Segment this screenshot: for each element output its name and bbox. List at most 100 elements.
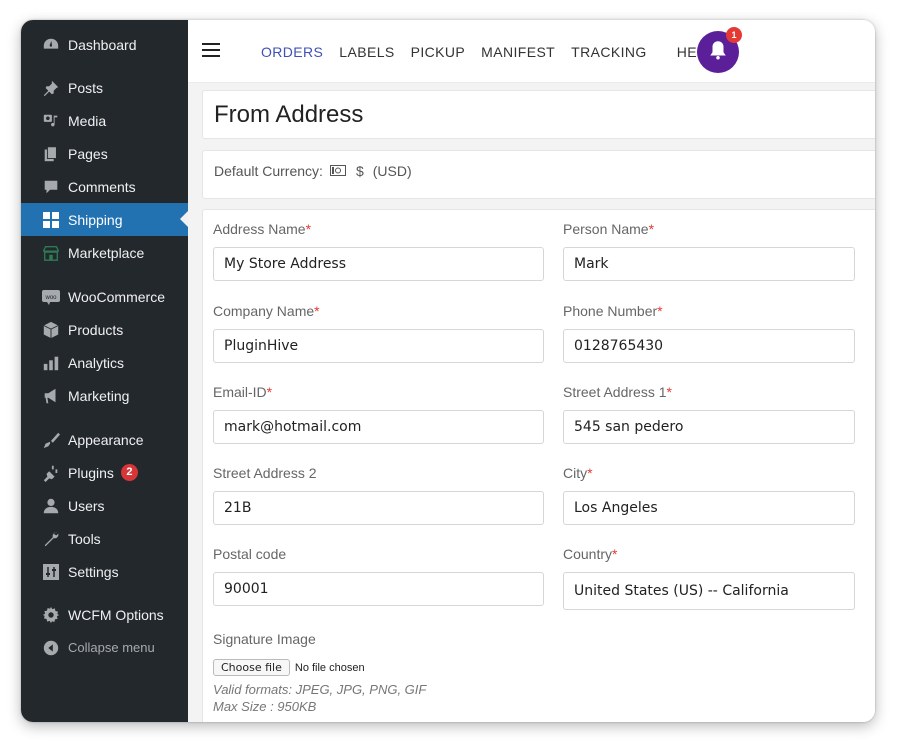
brush-icon [41, 430, 61, 450]
sidebar-item-label: Users [68, 497, 105, 514]
tab-tracking[interactable]: TRACKING [571, 44, 647, 60]
sidebar-item-label: Appearance [68, 431, 144, 448]
dashboard-icon [41, 35, 61, 55]
sidebar-item-users[interactable]: Users [21, 489, 188, 522]
address-name-label: Address Name [213, 221, 306, 237]
city-input[interactable]: Los Angeles [563, 491, 855, 525]
sidebar-item-marketing[interactable]: Marketing [21, 379, 188, 412]
valid-formats-hint: Valid formats: JPEG, JPG, PNG, GIF [213, 682, 427, 697]
country-select[interactable]: United States (US) -- California [563, 572, 855, 610]
person-name-label: Person Name [563, 221, 649, 237]
currency-code: (USD) [372, 163, 412, 179]
company-name-label: Company Name [213, 303, 315, 319]
plugins-update-badge: 2 [120, 464, 138, 481]
person-name-input[interactable]: Mark [563, 247, 855, 281]
street-address-1-input[interactable]: 545 san pedero [563, 410, 855, 444]
sidebar-item-label: Dashboard [68, 36, 137, 53]
country-label: Country [563, 546, 613, 562]
signature-file-input: Choose file No file chosen [213, 659, 365, 676]
sidebar-item-label: Products [68, 321, 124, 338]
file-status: No file chosen [294, 661, 365, 674]
company-name-input[interactable]: PluginHive [213, 329, 544, 363]
admin-sidebar: Dashboard Posts Media Pages Comments Shi… [21, 20, 188, 722]
tab-orders[interactable]: ORDERS [261, 44, 323, 60]
main-content: ORDERS LABELS PICKUP MANIFEST TRACKING H… [188, 20, 875, 722]
sidebar-item-products[interactable]: Products [21, 313, 188, 346]
gear-icon [41, 605, 61, 625]
media-icon [41, 111, 61, 131]
email-field: Email-ID* mark@hotmail.com [213, 384, 544, 444]
sidebar-item-label: Comments [68, 178, 136, 195]
company-name-field: Company Name* PluginHive [213, 303, 544, 363]
notification-count-badge: 1 [726, 27, 742, 43]
tab-manifest[interactable]: MANIFEST [481, 44, 555, 60]
street-address-2-input[interactable]: 21B [213, 491, 544, 525]
sidebar-item-analytics[interactable]: Analytics [21, 346, 188, 379]
sidebar-item-label: Marketing [68, 387, 130, 404]
sidebar-item-posts[interactable]: Posts [21, 71, 188, 104]
box-icon [41, 320, 61, 340]
plug-icon [41, 463, 61, 483]
email-input[interactable]: mark@hotmail.com [213, 410, 544, 444]
currency-card: Default Currency: $ (USD) [202, 150, 875, 199]
tab-pickup[interactable]: PICKUP [411, 44, 466, 60]
phone-number-input[interactable]: 0128765430 [563, 329, 855, 363]
sidebar-item-tools[interactable]: Tools [21, 522, 188, 555]
page-title: From Address [214, 101, 364, 128]
person-name-field: Person Name* Mark [563, 221, 855, 281]
phone-number-field: Phone Number* 0128765430 [563, 303, 855, 363]
sidebar-item-dashboard[interactable]: Dashboard [21, 28, 188, 61]
phone-number-label: Phone Number [563, 303, 658, 319]
pages-icon [41, 144, 61, 164]
sidebar-item-label: Settings [68, 563, 119, 580]
user-icon [41, 496, 61, 516]
sidebar-item-pages[interactable]: Pages [21, 137, 188, 170]
sidebar-item-comments[interactable]: Comments [21, 170, 188, 203]
grid-icon [41, 210, 61, 230]
email-label: Email-ID [213, 384, 267, 400]
sidebar-item-label: WCFM Options [68, 606, 164, 623]
country-field: Country* United States (US) -- Californi… [563, 546, 855, 610]
sidebar-item-label: Plugins [68, 464, 114, 481]
required-marker: * [314, 303, 320, 319]
sidebar-item-shipping[interactable]: Shipping [21, 203, 188, 236]
collapse-menu-button[interactable]: Collapse menu [21, 631, 188, 664]
svg-text:woo: woo [44, 295, 57, 301]
sidebar-item-label: WooCommerce [68, 288, 165, 305]
choose-file-button[interactable]: Choose file [213, 659, 290, 676]
postal-code-input[interactable]: 90001 [213, 572, 544, 606]
required-marker: * [648, 221, 655, 237]
sidebar-item-label: Marketplace [68, 244, 145, 261]
sidebar-item-label: Posts [68, 79, 104, 96]
woo-icon: woo [41, 287, 61, 307]
tab-labels[interactable]: LABELS [339, 44, 394, 60]
sidebar-item-label: Pages [68, 145, 108, 162]
address-name-field: Address Name* My Store Address [213, 221, 544, 281]
address-form: Address Name* My Store Address Person Na… [202, 209, 875, 722]
required-marker: * [587, 465, 593, 481]
hamburger-menu-icon[interactable] [202, 43, 220, 57]
sidebar-item-woocommerce[interactable]: woo WooCommerce [21, 280, 188, 313]
required-marker: * [657, 303, 663, 319]
required-marker: * [612, 546, 618, 562]
postal-code-field: Postal code 90001 [213, 546, 544, 606]
required-marker: * [666, 384, 672, 400]
city-label: City [563, 465, 588, 481]
required-marker: * [266, 384, 273, 400]
sidebar-item-appearance[interactable]: Appearance [21, 423, 188, 456]
sidebar-item-marketplace[interactable]: Marketplace [21, 236, 188, 269]
address-name-input[interactable]: My Store Address [213, 247, 544, 281]
street-address-2-label: Street Address 2 [213, 465, 317, 481]
signature-image-label: Signature Image [213, 631, 316, 647]
bar-chart-icon [41, 353, 61, 373]
sidebar-item-media[interactable]: Media [21, 104, 188, 137]
pin-icon [41, 78, 61, 98]
title-card: From Address [202, 90, 875, 139]
sliders-icon [41, 562, 61, 582]
city-field: City* Los Angeles [563, 465, 855, 525]
money-icon [329, 163, 346, 179]
top-nav-tabs: ORDERS LABELS PICKUP MANIFEST TRACKING H… [261, 44, 731, 60]
sidebar-item-wcfm-options[interactable]: WCFM Options [21, 598, 188, 631]
sidebar-item-settings[interactable]: Settings [21, 555, 188, 588]
sidebar-item-plugins[interactable]: Plugins 2 [21, 456, 188, 489]
